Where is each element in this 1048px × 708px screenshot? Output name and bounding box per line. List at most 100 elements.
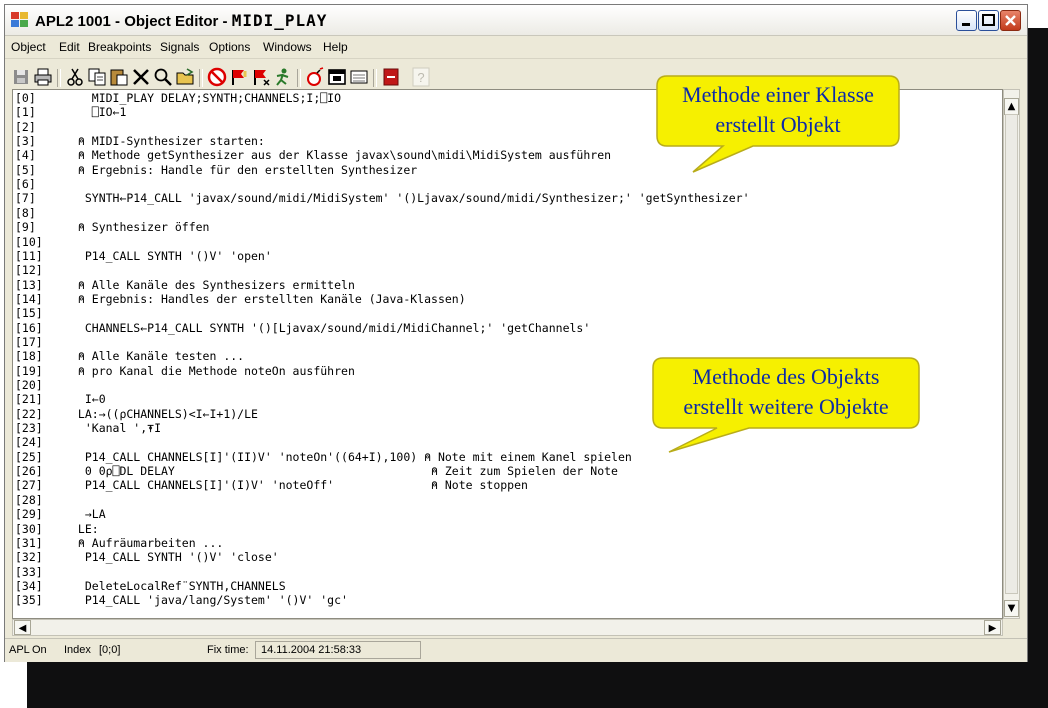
code-line[interactable]: [21] I←0 xyxy=(15,393,106,405)
scroll-up-button[interactable]: ▲ xyxy=(1004,98,1019,115)
code-text[interactable]: 'Kanal ',⍕I xyxy=(71,421,161,435)
code-text[interactable]: ⍝ pro Kanal die Methode noteOn ausführen xyxy=(71,364,355,378)
code-line[interactable]: [23] 'Kanal ',⍕I xyxy=(15,422,161,434)
bomb-button[interactable] xyxy=(305,67,325,87)
code-line[interactable]: [30] LE: xyxy=(15,523,99,535)
scroll-right-button[interactable]: ▶ xyxy=(984,620,1001,635)
code-line[interactable]: [13] ⍝ Alle Kanäle des Synthesizers ermi… xyxy=(15,279,355,291)
window-button[interactable] xyxy=(327,67,347,87)
code-line[interactable]: [17] xyxy=(15,336,71,348)
code-line[interactable]: [7] SYNTH←P14_CALL 'javax/sound/midi/Mid… xyxy=(15,192,750,204)
delete-button[interactable] xyxy=(131,67,151,87)
code-text[interactable]: I←0 xyxy=(71,392,106,406)
paste-button[interactable] xyxy=(109,67,129,87)
code-line[interactable]: [12] xyxy=(15,264,71,276)
minimize-button[interactable] xyxy=(956,10,977,31)
window-drop-shadow-right xyxy=(1026,28,1048,668)
menu-help[interactable]: Help xyxy=(323,40,348,54)
line-number: [10] xyxy=(15,234,43,249)
menu-breakpoints[interactable]: Breakpoints xyxy=(88,40,151,54)
toolbar-separator xyxy=(57,69,61,87)
print-button[interactable] xyxy=(33,67,53,87)
code-text[interactable]: P14_CALL SYNTH '()V' 'open' xyxy=(71,249,272,263)
code-line[interactable]: [8] xyxy=(15,207,71,219)
code-line[interactable]: [15] xyxy=(15,307,71,319)
code-line[interactable]: [31] ⍝ Aufräumarbeiten ... xyxy=(15,537,223,549)
exit-button[interactable] xyxy=(381,67,401,87)
code-line[interactable]: [19] ⍝ pro Kanal die Methode noteOn ausf… xyxy=(15,365,355,377)
code-line[interactable]: [33] xyxy=(15,566,71,578)
horizontal-scrollbar[interactable]: ◀ ▶ xyxy=(12,619,1003,636)
code-text[interactable]: P14_CALL 'java/lang/System' '()V' 'gc' xyxy=(71,593,348,607)
code-line[interactable]: [27] P14_CALL CHANNELS[I]'(I)V' 'noteOff… xyxy=(15,479,528,491)
code-text[interactable]: 0 0⍴⎕DL DELAY ⍝ Zeit zum Spielen der Not… xyxy=(71,464,618,478)
code-text[interactable]: ⍝ Methode getSynthesizer aus der Klasse … xyxy=(71,148,611,162)
code-line[interactable]: [20] xyxy=(15,379,71,391)
code-line[interactable]: [11] P14_CALL SYNTH '()V' 'open' xyxy=(15,250,272,262)
code-text[interactable]: ⍝ Aufräumarbeiten ... xyxy=(71,536,223,550)
code-text[interactable]: ⍝ Alle Kanäle des Synthesizers ermitteln xyxy=(71,278,355,292)
code-line[interactable]: [3] ⍝ MIDI-Synthesizer starten: xyxy=(15,135,265,147)
menu-object[interactable]: Object xyxy=(11,40,46,54)
run-button[interactable] xyxy=(273,67,293,87)
menu-edit[interactable]: Edit xyxy=(59,40,80,54)
code-text[interactable]: →LA xyxy=(71,507,106,521)
code-line[interactable]: [18] ⍝ Alle Kanäle testen ... xyxy=(15,350,244,362)
stop-button[interactable] xyxy=(207,67,227,87)
save-button[interactable] xyxy=(11,67,31,87)
set-breakpoint-button[interactable] xyxy=(229,67,249,87)
code-line[interactable]: [32] P14_CALL SYNTH '()V' 'close' xyxy=(15,551,279,563)
clear-breakpoint-button[interactable] xyxy=(251,67,271,87)
code-line[interactable]: [22] LA:→((⍴CHANNELS)<I←I+1)/LE xyxy=(15,408,258,420)
maximize-button[interactable] xyxy=(978,10,999,31)
find-button[interactable] xyxy=(153,67,173,87)
code-line[interactable]: [0] MIDI_PLAY DELAY;SYNTH;CHANNELS;I;⎕IO xyxy=(15,92,341,104)
code-line[interactable]: [2] xyxy=(15,121,71,133)
code-line[interactable]: [26] 0 0⍴⎕DL DELAY ⍝ Zeit zum Spielen de… xyxy=(15,465,618,477)
vertical-scrollbar[interactable]: ▲ ▼ xyxy=(1003,89,1020,619)
keyboard-button[interactable] xyxy=(349,67,369,87)
code-line[interactable]: [1] ⎕IO←1 xyxy=(15,106,126,118)
menu-windows[interactable]: Windows xyxy=(263,40,312,54)
code-text[interactable]: ⍝ Ergebnis: Handles der erstellten Kanäl… xyxy=(71,292,466,306)
code-text[interactable]: DeleteLocalRef¨SYNTH,CHANNELS xyxy=(71,579,286,593)
code-text[interactable]: ⍝ MIDI-Synthesizer starten: xyxy=(71,134,265,148)
code-text[interactable]: LA:→((⍴CHANNELS)<I←I+1)/LE xyxy=(71,407,258,421)
code-line[interactable]: [6] xyxy=(15,178,71,190)
code-text[interactable]: ⍝ Alle Kanäle testen ... xyxy=(71,349,244,363)
code-text[interactable]: SYNTH←P14_CALL 'javax/sound/midi/MidiSys… xyxy=(71,191,750,205)
code-line[interactable]: [14] ⍝ Ergebnis: Handles der erstellten … xyxy=(15,293,466,305)
copy-button[interactable] xyxy=(87,67,107,87)
menu-signals[interactable]: Signals xyxy=(160,40,199,54)
code-line[interactable]: [35] P14_CALL 'java/lang/System' '()V' '… xyxy=(15,594,348,606)
code-line[interactable]: [34] DeleteLocalRef¨SYNTH,CHANNELS xyxy=(15,580,286,592)
code-line[interactable]: [16] CHANNELS←P14_CALL SYNTH '()[Ljavax/… xyxy=(15,322,590,334)
code-text[interactable]: P14_CALL CHANNELS[I]'(I)V' 'noteOff' ⍝ N… xyxy=(71,478,528,492)
code-line[interactable]: [25] P14_CALL CHANNELS[I]'(II)V' 'noteOn… xyxy=(15,451,632,463)
code-line[interactable]: [9] ⍝ Synthesizer öffen xyxy=(15,221,209,233)
code-text[interactable]: MIDI_PLAY DELAY;SYNTH;CHANNELS;I;⎕IO xyxy=(71,91,341,105)
open-button[interactable] xyxy=(175,67,195,87)
title-bar[interactable]: APL2 1001 - Object Editor - MIDI_PLAY xyxy=(5,5,1027,36)
code-text[interactable]: LE: xyxy=(71,522,99,536)
cut-button[interactable] xyxy=(65,67,85,87)
code-text[interactable]: CHANNELS←P14_CALL SYNTH '()[Ljavax/sound… xyxy=(71,321,590,335)
code-line[interactable]: [10] xyxy=(15,236,71,248)
vertical-scroll-thumb[interactable] xyxy=(1005,114,1018,594)
help-button[interactable]: ? xyxy=(411,67,431,87)
code-line[interactable]: [5] ⍝ Ergebnis: Handle für den erstellte… xyxy=(15,164,417,176)
scroll-down-button[interactable]: ▼ xyxy=(1004,600,1019,617)
code-text[interactable]: ⍝ Ergebnis: Handle für den erstellten Sy… xyxy=(71,163,417,177)
code-text[interactable]: P14_CALL CHANNELS[I]'(II)V' 'noteOn'((64… xyxy=(71,450,632,464)
menu-options[interactable]: Options xyxy=(209,40,250,54)
code-line[interactable]: [28] xyxy=(15,494,71,506)
code-text[interactable]: ⍝ Synthesizer öffen xyxy=(71,220,210,234)
run-icon xyxy=(276,68,289,86)
code-text[interactable]: ⎕IO←1 xyxy=(71,105,127,119)
close-button[interactable] xyxy=(1000,10,1021,31)
code-line[interactable]: [29] →LA xyxy=(15,508,106,520)
code-text[interactable]: P14_CALL SYNTH '()V' 'close' xyxy=(71,550,279,564)
code-line[interactable]: [4] ⍝ Methode getSynthesizer aus der Kla… xyxy=(15,149,611,161)
code-line[interactable]: [24] xyxy=(15,436,71,448)
scroll-left-button[interactable]: ◀ xyxy=(14,620,31,635)
